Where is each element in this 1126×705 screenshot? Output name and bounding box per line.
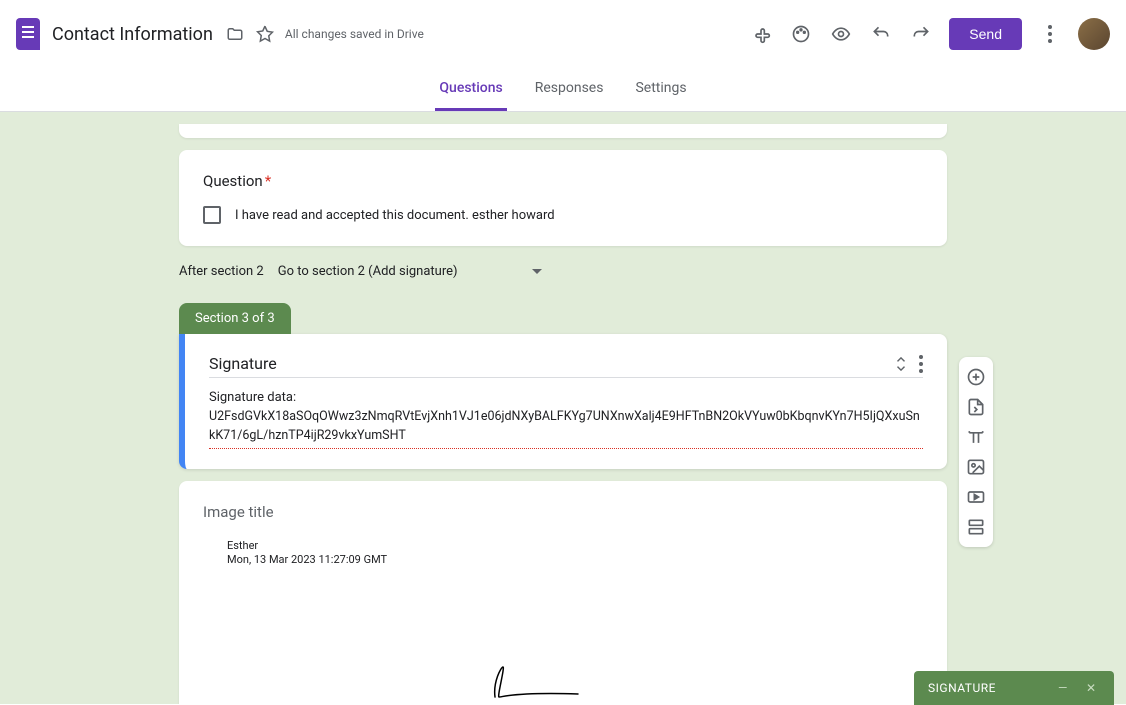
add-question-icon[interactable] [959,363,993,391]
section-navigation: After section 2 Go to section 2 (Add sig… [179,258,947,303]
signature-data-value[interactable]: U2FsdGVkX18aSOqOWwz3zNmqRVtEvjXnh1VJ1e06… [209,408,923,449]
add-title-icon[interactable] [959,423,993,451]
collapse-icon[interactable] [895,357,907,371]
after-section-label: After section 2 [179,264,264,279]
add-image-icon[interactable] [959,453,993,481]
more-options-icon[interactable] [1038,22,1062,46]
checkbox-option[interactable] [203,206,221,224]
signer-name: Esther [227,539,923,553]
folder-icon[interactable] [225,24,245,44]
required-asterisk: * [265,172,271,190]
user-avatar[interactable] [1078,18,1110,50]
question-title: Question* [203,172,923,190]
tab-responses[interactable]: Responses [531,68,608,111]
section-destination-select[interactable]: Go to section 2 (Add signature) [278,260,542,283]
section-more-icon[interactable] [919,355,923,373]
signature-drawing-icon [483,662,583,702]
signature-data-label: Signature data: [209,390,923,405]
preview-icon[interactable] [829,22,853,46]
image-card[interactable]: Image title Esther Mon, 13 Mar 2023 11:2… [179,481,947,705]
question-card[interactable]: Question* I have read and accepted this … [179,150,947,246]
send-button[interactable]: Send [949,18,1022,50]
signature-image [203,567,923,704]
question-toolbar [959,357,993,547]
app-header: Contact Information All changes saved in… [0,0,1126,68]
signature-timestamp: Mon, 13 Mar 2023 11:27:09 GMT [227,553,923,567]
main-tabs: Questions Responses Settings [0,68,1126,112]
star-icon[interactable] [255,24,275,44]
signature-title-input[interactable]: Signature [209,354,895,373]
tab-questions[interactable]: Questions [435,68,506,111]
image-title[interactable]: Image title [203,503,923,521]
section-badge: Section 3 of 3 [179,303,291,334]
forms-logo-icon [16,18,40,50]
tab-settings[interactable]: Settings [631,68,690,111]
document-title[interactable]: Contact Information [52,24,213,45]
redo-icon[interactable] [909,22,933,46]
signature-snackbar: SIGNATURE — ✕ [914,671,1114,705]
snackbar-label: SIGNATURE [928,681,996,695]
form-canvas: Question* I have read and accepted this … [0,112,1126,704]
palette-icon[interactable] [789,22,813,46]
addon-icon[interactable] [749,22,773,46]
minimize-icon[interactable]: — [1058,681,1072,695]
chevron-down-icon [532,269,542,274]
save-status: All changes saved in Drive [285,27,424,41]
close-icon[interactable]: ✕ [1086,681,1100,695]
add-section-icon[interactable] [959,513,993,541]
checkbox-label: I have read and accepted this document. … [235,208,555,223]
undo-icon[interactable] [869,22,893,46]
import-questions-icon[interactable] [959,393,993,421]
add-video-icon[interactable] [959,483,993,511]
card-fragment [179,124,947,138]
signature-section-card[interactable]: Signature Signature data: U2FsdGVkX18aSO… [179,334,947,469]
